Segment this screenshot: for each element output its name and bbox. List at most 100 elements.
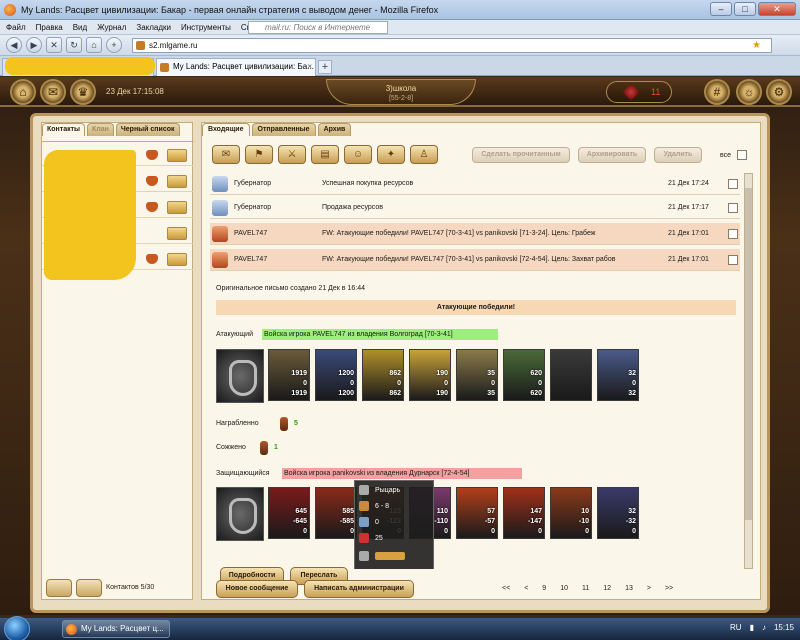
filter-people-icon[interactable]: ☺ (344, 145, 372, 164)
mail-icon[interactable] (167, 253, 187, 266)
message-checkbox[interactable] (728, 179, 738, 189)
home-icon[interactable]: ⌂ (86, 37, 102, 53)
table-row[interactable]: Губернатор Успешная покупка ресурсов 21 … (210, 173, 740, 195)
tab-blacklist[interactable]: Черный список (115, 123, 180, 136)
page-first[interactable]: << (502, 585, 510, 592)
tab-redacted[interactable] (2, 57, 155, 76)
gift-icon[interactable] (146, 254, 158, 264)
taskbar-firefox-item[interactable]: My Lands: Расцвет ц... (62, 620, 170, 638)
forward-icon[interactable]: ▶ (26, 37, 42, 53)
filter-person-icon[interactable]: ♙ (410, 145, 438, 164)
message-list: Губернатор Успешная покупка ресурсов 21 … (210, 173, 740, 569)
page-9[interactable]: 9 (542, 585, 546, 592)
tab-close-icon[interactable]: × (307, 59, 312, 75)
unit-card[interactable]: 190 0 190 (409, 349, 451, 401)
archive-button[interactable]: Архивировать (578, 147, 646, 163)
unit-card[interactable]: 32 0 32 (597, 349, 639, 401)
menu-bookmarks[interactable]: Закладки (136, 23, 171, 32)
menu-tools[interactable]: Инструменты (181, 23, 231, 32)
unit-card[interactable]: 35 0 35 (456, 349, 498, 401)
reload-icon[interactable]: ↻ (66, 37, 82, 53)
mark-read-button[interactable]: Сделать прочитанным (472, 147, 570, 163)
table-row[interactable]: Губернатор Продажа ресурсов 21 Дек 17:17 (210, 197, 740, 219)
scrollbar-thumb[interactable] (745, 188, 752, 520)
close-window-button[interactable]: ✕ (758, 2, 796, 16)
unit-card[interactable]: 645 -645 0 (268, 487, 310, 539)
trophy-ring-icon[interactable]: ♛ (70, 79, 96, 105)
tab-mylands[interactable]: My Lands: Расцвет цивилизации: Ба... × (156, 58, 316, 76)
unit-card[interactable]: 585 -585 0 (315, 487, 357, 539)
menu-history[interactable]: Журнал (97, 23, 126, 32)
gift-icon[interactable] (146, 176, 158, 186)
filter-book-icon[interactable]: ▤ (311, 145, 339, 164)
unit-card[interactable]: 10 -10 0 (550, 487, 592, 539)
table-row[interactable]: PAVEL747 FW: Атакующие победили! PAVEL74… (210, 249, 740, 271)
delete-button[interactable]: Удалить (654, 147, 702, 163)
unit-card[interactable]: 1919 0 1919 (268, 349, 310, 401)
unit-count-top: 1919 (291, 370, 307, 377)
tab-clan[interactable]: Клан (87, 123, 114, 136)
message-scrollbar[interactable] (744, 173, 753, 569)
hash-ring-icon[interactable]: # (704, 79, 730, 105)
filter-system-icon[interactable]: ⚑ (245, 145, 273, 164)
page-prev[interactable]: < (524, 585, 528, 592)
unit-card[interactable] (550, 349, 592, 401)
page-next[interactable]: > (647, 585, 651, 592)
bookmark-star-icon[interactable]: ★ (752, 39, 761, 52)
menu-edit[interactable]: Правка (36, 23, 63, 32)
message-checkbox[interactable] (728, 203, 738, 213)
settings-ring-icon[interactable]: ⚙ (766, 79, 792, 105)
resource-plaque[interactable]: 11 (606, 81, 672, 103)
select-all-checkbox[interactable] (737, 150, 747, 160)
level-ring-icon[interactable]: ☼ (736, 79, 762, 105)
unit-card[interactable]: 1200 0 1200 (315, 349, 357, 401)
tab-inbox[interactable]: Входящие (202, 123, 250, 136)
unit-card[interactable]: 147 -147 0 (503, 487, 545, 539)
mail-icon[interactable] (167, 227, 187, 240)
search-input[interactable]: mail.ru: Поиск в Интернете (248, 21, 388, 34)
message-checkbox[interactable] (728, 255, 738, 265)
tab-contacts[interactable]: Контакты (42, 123, 86, 136)
mail-icon[interactable] (167, 149, 187, 162)
home-ring-icon[interactable]: ⌂ (10, 79, 36, 105)
back-icon[interactable]: ◀ (6, 37, 22, 53)
mail-icon[interactable] (167, 201, 187, 214)
scroll-ring-icon[interactable]: ✉ (40, 79, 66, 105)
contact-list-button[interactable] (76, 579, 102, 597)
unit-card[interactable]: 862 0 862 (362, 349, 404, 401)
filter-all-icon[interactable]: ✉ (212, 145, 240, 164)
filter-trade-icon[interactable]: ✦ (377, 145, 405, 164)
mail-icon[interactable] (167, 175, 187, 188)
page-11[interactable]: 11 (582, 585, 589, 592)
minimize-button[interactable]: – (710, 2, 732, 16)
tab-archive[interactable]: Архив (317, 123, 352, 136)
menu-file[interactable]: Файл (6, 23, 26, 32)
tab-sent[interactable]: Отправленные (251, 123, 316, 136)
page-13[interactable]: 13 (625, 585, 633, 592)
table-row[interactable]: PAVEL747 FW: Атакующие победили! PAVEL74… (210, 223, 740, 245)
gift-icon[interactable] (146, 202, 158, 212)
maximize-button[interactable]: □ (734, 2, 756, 16)
page-10[interactable]: 10 (560, 585, 568, 592)
write-admin-button[interactable]: Написать администрации (304, 580, 414, 598)
unit-card[interactable]: 57 -57 0 (456, 487, 498, 539)
page-last[interactable]: >> (665, 585, 673, 592)
page-12[interactable]: 12 (603, 585, 611, 592)
gift-icon[interactable] (146, 150, 158, 160)
new-message-button[interactable]: Новое сообщение (216, 580, 298, 598)
city-plaque[interactable]: 3)школа [55-2-8] (326, 79, 476, 105)
start-button-icon[interactable] (4, 616, 30, 640)
message-checkbox[interactable] (728, 229, 738, 239)
unit-card[interactable]: 32 -32 0 (597, 487, 639, 539)
network-icon[interactable]: ▮ (750, 623, 754, 632)
filter-battle-icon[interactable]: ⚔ (278, 145, 306, 164)
volume-icon[interactable]: ♪ (762, 623, 766, 632)
add-icon[interactable]: + (106, 37, 122, 53)
stop-icon[interactable]: ✕ (46, 37, 62, 53)
language-indicator[interactable]: RU (730, 623, 742, 632)
url-bar[interactable]: s2.mlgame.ru ★ (132, 38, 772, 53)
add-contact-button[interactable] (46, 579, 72, 597)
unit-card[interactable]: 620 0 620 (503, 349, 545, 401)
menu-view[interactable]: Вид (73, 23, 87, 32)
new-tab-button[interactable]: + (318, 60, 332, 74)
